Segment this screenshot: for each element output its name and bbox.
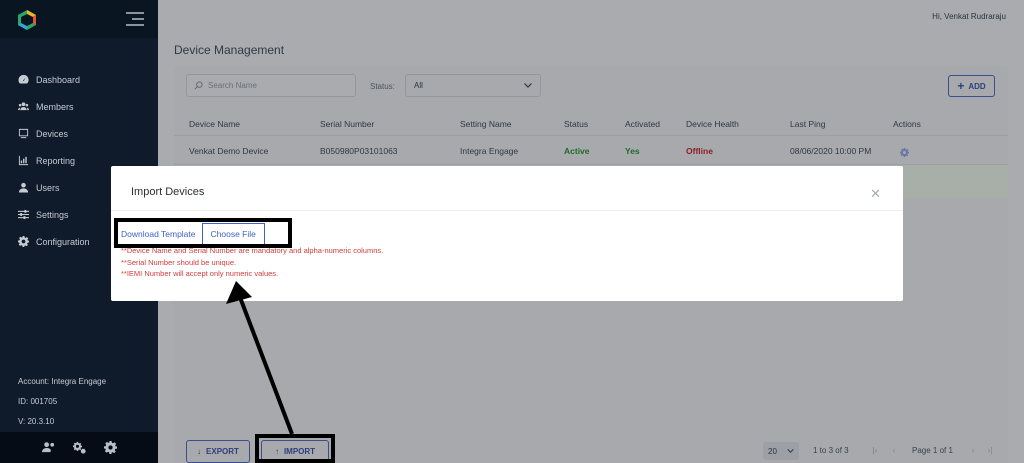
import-note: **Serial Number should be unique. xyxy=(121,258,237,267)
modal-title: Import Devices xyxy=(131,186,205,198)
plus-icon: + xyxy=(957,79,965,93)
dashboard-icon xyxy=(18,74,29,85)
export-button[interactable]: ↓ EXPORT xyxy=(186,440,250,463)
sidebar-item-label: Dashboard xyxy=(36,74,81,85)
arrow-down-icon: ↓ xyxy=(197,447,202,456)
gear-icon xyxy=(18,236,29,247)
column-header[interactable]: Setting Name xyxy=(460,119,512,129)
column-header[interactable]: Last Ping xyxy=(790,119,825,129)
actions-highlight-box xyxy=(114,218,292,248)
user-settings-icon[interactable] xyxy=(41,441,55,454)
status-select[interactable]: All xyxy=(405,74,541,97)
pagination-page: Page 1 of 1 xyxy=(912,446,953,455)
search-icon xyxy=(194,81,203,90)
sidebar-item-devices[interactable]: Devices xyxy=(0,120,158,147)
top-bar: Hi, Venkat Rudraraju xyxy=(158,0,1024,34)
gear-icon[interactable] xyxy=(103,441,117,454)
import-note: **IEMI Number will accept only numeric v… xyxy=(121,269,279,278)
cogs-icon[interactable] xyxy=(72,441,86,454)
cell-activated: Yes xyxy=(625,146,640,156)
chevron-down-icon xyxy=(524,83,532,88)
modal-divider xyxy=(111,210,903,211)
chevron-down-icon xyxy=(787,449,794,453)
user-greeting[interactable]: Hi, Venkat Rudraraju xyxy=(932,12,1006,21)
account-name: Account: Integra Engage xyxy=(18,377,107,386)
sidebar-footer xyxy=(0,432,158,463)
pagination-range: 1 to 3 of 3 xyxy=(813,446,849,455)
sidebar-item-members[interactable]: Members xyxy=(0,93,158,120)
sidebar-item-label: Reporting xyxy=(36,155,76,166)
search-placeholder: Search Name xyxy=(208,81,257,90)
last-page-icon[interactable]: ›| xyxy=(983,443,997,457)
devices-icon xyxy=(18,128,29,139)
import-highlight-box xyxy=(255,434,335,463)
search-input[interactable]: Search Name xyxy=(186,74,356,97)
cell-status: Active xyxy=(564,146,590,156)
table-divider xyxy=(174,135,1008,136)
menu-toggle-icon[interactable] xyxy=(126,12,144,26)
cell-serial-number: B050980P03101063 xyxy=(320,146,398,156)
column-header[interactable]: Serial Number xyxy=(320,119,374,129)
next-page-icon[interactable]: › xyxy=(966,443,980,457)
sidebar-item-label: Users xyxy=(36,182,60,193)
sidebar-item-label: Configuration xyxy=(36,236,90,247)
sidebar-item-label: Devices xyxy=(36,128,69,139)
row-settings-icon[interactable] xyxy=(900,148,909,157)
first-page-icon[interactable]: |‹ xyxy=(868,443,882,457)
column-header[interactable]: Device Name xyxy=(189,119,240,129)
account-id: ID: 001705 xyxy=(18,397,58,406)
cell-last-ping: 08/06/2020 10:00 PM xyxy=(790,146,872,156)
logo-icon xyxy=(18,10,36,30)
sidebar-item-label: Settings xyxy=(36,209,69,220)
column-header[interactable]: Status xyxy=(564,119,588,129)
page-size-select[interactable]: 20 xyxy=(763,442,799,460)
cell-setting-name: Integra Engage xyxy=(460,146,519,156)
prev-page-icon[interactable]: ‹ xyxy=(887,443,901,457)
column-header[interactable]: Activated xyxy=(625,119,660,129)
add-device-button[interactable]: + ADD xyxy=(948,75,995,97)
sidebar-item-label: Members xyxy=(36,101,74,112)
close-icon[interactable]: ✕ xyxy=(870,186,881,202)
status-select-value: All xyxy=(414,81,423,90)
column-header[interactable]: Device Health xyxy=(686,119,739,129)
reporting-icon xyxy=(18,155,29,166)
sidebar-header xyxy=(0,0,158,38)
sliders-icon xyxy=(18,209,29,220)
user-icon xyxy=(18,182,29,193)
members-icon xyxy=(18,101,29,112)
column-header: Actions xyxy=(893,119,921,129)
status-filter-label: Status: xyxy=(370,82,395,91)
cell-device-health: Offline xyxy=(686,146,713,156)
sidebar-item-dashboard[interactable]: Dashboard xyxy=(0,66,158,93)
app-version: V: 20.3.10 xyxy=(18,417,55,426)
cell-device-name[interactable]: Venkat Demo Device xyxy=(189,146,268,156)
page-title: Device Management xyxy=(174,43,285,57)
